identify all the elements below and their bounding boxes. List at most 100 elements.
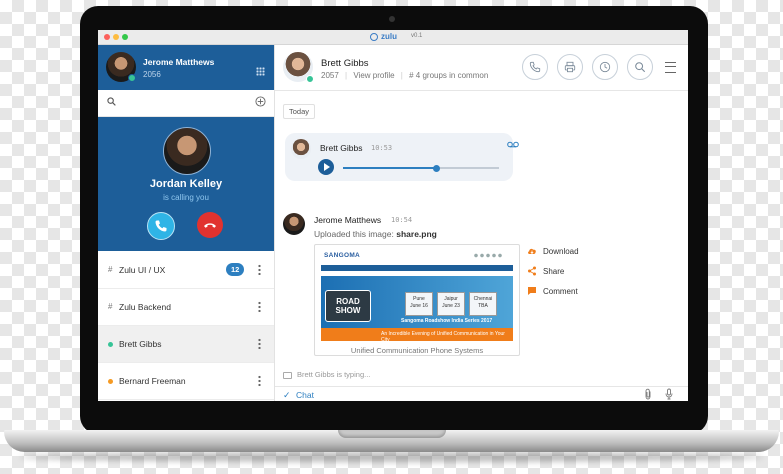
my-name: Jerome Matthews: [143, 57, 215, 67]
hash-icon: #: [108, 265, 113, 274]
hang-up-icon: [204, 223, 216, 228]
fax-button[interactable]: [557, 54, 583, 80]
more-options-icon[interactable]: [258, 375, 261, 386]
phone-icon: [155, 220, 167, 232]
check-icon: ✓: [283, 390, 291, 400]
cloud-download-icon: [528, 248, 536, 254]
presence-away-icon: [108, 379, 113, 384]
city-name: Pune: [413, 296, 425, 302]
message-body: Uploaded this image:: [314, 229, 394, 239]
my-profile-header[interactable]: Jerome Matthews 2056: [98, 45, 274, 90]
sidebar: Jerome Matthews 2056 Jordan Kelley is ca…: [98, 45, 275, 401]
history-button[interactable]: [592, 54, 618, 80]
accept-call-button[interactable]: [147, 212, 175, 240]
sidebar-search[interactable]: [98, 90, 274, 117]
message-text: Uploaded this image: share.png: [314, 229, 437, 239]
comment-icon: [528, 287, 536, 295]
contact-label: Brett Gibbs: [119, 339, 162, 349]
more-options-icon[interactable]: [258, 338, 261, 349]
incoming-call-panel: Jordan Kelley is calling you: [98, 117, 274, 251]
caller-avatar: [163, 127, 211, 175]
preview-site-header: SANGOMA: [321, 249, 513, 263]
online-status-icon: [128, 74, 136, 82]
call-status: is calling you: [163, 193, 209, 202]
search-conversation-button[interactable]: [627, 54, 653, 80]
title-bar: zulu v0.1: [98, 30, 688, 45]
sender-avatar: [291, 139, 311, 159]
share-icon: [528, 266, 536, 276]
city-date: TBA: [478, 303, 488, 309]
minimize-window-icon[interactable]: [113, 34, 119, 40]
city-date: June 23: [442, 303, 460, 309]
conversation-pane: Brett Gibbs 2057 | View profile | # 4 gr…: [275, 45, 688, 401]
audio-progress-handle[interactable]: [433, 164, 441, 172]
unread-badge: 12: [226, 263, 245, 276]
city-card-jaipur: Jaipur June 23: [437, 292, 465, 316]
city-card-pune: Pune June 16: [405, 292, 433, 316]
sender-avatar: [283, 213, 305, 235]
hamburger-menu-icon[interactable]: [665, 62, 676, 73]
app-window: zulu v0.1 Jerome Matthews 2056 Jordan Ke…: [98, 30, 688, 401]
share-label: Share: [543, 267, 565, 276]
contact-label: Bernard Freeman: [119, 376, 186, 386]
audio-progress-fill: [343, 167, 437, 169]
channel-label: Zulu Backend: [119, 302, 171, 312]
contact-extension: 2057: [321, 71, 339, 80]
close-window-icon[interactable]: [104, 34, 110, 40]
contact-name: Brett Gibbs: [321, 58, 369, 69]
decline-call-button[interactable]: [197, 212, 223, 238]
preview-social-icons: [473, 253, 503, 258]
attachment-filename[interactable]: share.png: [396, 229, 437, 239]
city-name: Jaipur: [444, 296, 458, 302]
app-version: v0.1: [411, 33, 423, 39]
online-status-icon: [306, 75, 314, 83]
voicemail-icon: [507, 141, 519, 148]
sender-name: Brett Gibbs: [320, 143, 363, 153]
webcam: [389, 16, 395, 22]
download-label: Download: [543, 247, 579, 256]
maximize-window-icon[interactable]: [122, 34, 128, 40]
call-button[interactable]: [522, 54, 548, 80]
search-icon[interactable]: [107, 97, 116, 106]
play-button[interactable]: [318, 159, 334, 175]
phone-icon: [529, 61, 541, 73]
more-options-icon[interactable]: [258, 264, 261, 275]
channel-item-zulu-backend[interactable]: # Zulu Backend: [98, 289, 274, 326]
chat-input[interactable]: [296, 390, 596, 400]
groups-hash-icon: #: [409, 71, 416, 80]
printer-icon: [564, 61, 576, 73]
audio-progress-slider[interactable]: [343, 164, 499, 172]
sender-name: Jerome Matthews: [314, 215, 382, 225]
city-name: Chennai: [473, 296, 493, 302]
hash-icon: #: [108, 302, 113, 311]
paperclip-icon[interactable]: [643, 388, 653, 400]
preview-nav-bar: [321, 265, 513, 271]
contact-item-brett-gibbs[interactable]: Brett Gibbs: [98, 326, 274, 363]
microphone-icon[interactable]: [664, 388, 674, 400]
channel-list: # Zulu UI / UX 12 # Zulu Backend Brett G…: [98, 252, 274, 400]
groups-in-common[interactable]: 4 groups in common: [416, 71, 488, 80]
voice-message: Brett Gibbs 10:53: [285, 133, 519, 181]
contact-item-bernard-freeman[interactable]: Bernard Freeman: [98, 363, 274, 400]
message-time: 10:53: [371, 144, 393, 152]
keyboard-icon: [283, 371, 292, 379]
typing-indicator: Brett Gibbs is typing...: [283, 370, 370, 379]
more-options-icon[interactable]: [258, 301, 261, 312]
clock-icon: [599, 61, 611, 73]
preview-logo: SANGOMA: [324, 252, 361, 259]
view-profile-link[interactable]: View profile: [353, 71, 394, 80]
add-icon[interactable]: [255, 96, 266, 107]
caller-name: Jordan Kelley: [149, 178, 223, 190]
message-composer: ✓: [275, 386, 688, 401]
city-card-chennai: Chennai TBA: [469, 292, 497, 316]
roadshow-sign: ROAD SHOW: [325, 290, 371, 322]
laptop-notch: [338, 430, 446, 438]
search-icon: [635, 62, 646, 73]
image-attachment[interactable]: SANGOMA ROAD SHOW Pune June 16 Jaipur Ju…: [314, 244, 520, 356]
typing-text: Brett Gibbs is typing...: [297, 370, 371, 379]
preview-banner: ROAD SHOW Pune June 16 Jaipur June 23 Ch…: [321, 276, 513, 343]
banner-subtitle: An Incredible Evening of Unified Communi…: [381, 331, 505, 343]
dialpad-icon[interactable]: [256, 67, 265, 76]
channel-item-zulu-ui-ux[interactable]: # Zulu UI / UX 12: [98, 252, 274, 289]
my-extension: 2056: [143, 70, 161, 79]
